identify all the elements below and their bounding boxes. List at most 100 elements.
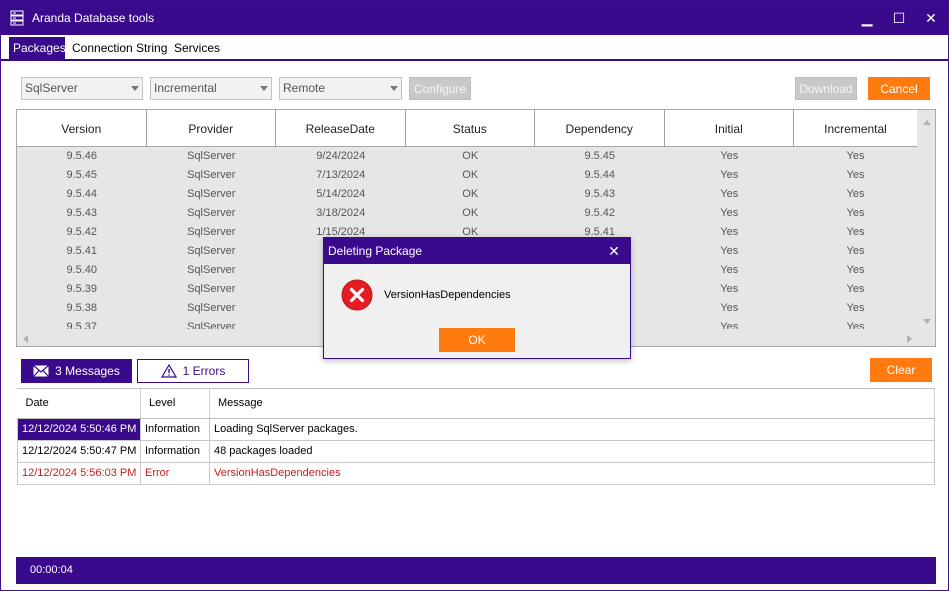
scroll-down-icon[interactable] <box>923 319 931 324</box>
cell-initial: Yes <box>720 150 739 162</box>
message-date: 12/12/2024 5:56:03 PM <box>17 461 141 485</box>
cell-initial: Yes <box>720 188 739 200</box>
clear-button[interactable]: Clear <box>870 358 932 382</box>
provider-select[interactable]: SqlServer <box>21 77 143 100</box>
messages-table: Date Level Message 12/12/2024 5:50:46 PM… <box>17 389 935 485</box>
cell-initial: Yes <box>720 321 739 329</box>
cell-version: 9.5.40 <box>66 264 98 276</box>
tab-errors[interactable]: 1 Errors <box>137 359 249 383</box>
cell-release-date: 5/14/2024 <box>316 188 366 200</box>
cell-version: 9.5.46 <box>66 150 98 162</box>
table-row[interactable]: 12/12/2024 5:50:47 PM Information 48 pac… <box>17 439 935 463</box>
configure-button[interactable]: Configure <box>409 77 471 100</box>
cell-initial: Yes <box>720 169 739 181</box>
cell-status: OK <box>462 207 479 219</box>
menu-bar: Packages Connection String Services <box>1 35 948 61</box>
column-header-message[interactable]: Message <box>209 389 935 419</box>
tab-messages-label: 3 Messages <box>55 364 120 378</box>
table-row[interactable]: 12/12/2024 5:50:46 PM Information Loadin… <box>17 417 935 441</box>
column-header-level[interactable]: Level <box>140 389 210 419</box>
cell-version: 9.5.45 <box>66 169 98 181</box>
ok-button[interactable]: OK <box>439 328 515 352</box>
cell-incremental: Yes <box>846 169 865 181</box>
cell-provider: SqlServer <box>187 207 236 219</box>
cell-version: 9.5.38 <box>66 302 98 314</box>
download-button[interactable]: Download <box>795 77 857 100</box>
source-select[interactable]: Remote <box>279 77 402 100</box>
mode-select[interactable]: Incremental <box>150 77 272 100</box>
menu-packages[interactable]: Packages <box>9 37 66 59</box>
messages-log[interactable]: Date Level Message 12/12/2024 5:50:46 PM… <box>17 388 935 556</box>
window-title: Aranda Database tools <box>32 11 155 25</box>
vertical-scrollbar[interactable] <box>918 110 935 332</box>
dialog-close-button[interactable]: ✕ <box>606 243 622 259</box>
scroll-left-icon[interactable] <box>23 335 28 343</box>
close-button[interactable]: ✕ <box>920 7 942 29</box>
cell-provider: SqlServer <box>187 226 236 238</box>
tab-errors-label: 1 Errors <box>182 364 226 378</box>
table-row[interactable]: 9.5.45 SqlServer 7/13/2024 OK 9.5.44 Yes Yes <box>17 166 917 185</box>
cell-dependency: 9.5.44 <box>584 169 616 181</box>
cell-incremental: Yes <box>846 207 865 219</box>
cell-incremental: Yes <box>846 245 865 257</box>
message-text: 48 packages loaded <box>209 439 935 463</box>
warning-icon <box>160 364 177 378</box>
elapsed-time: 00:00:04 <box>30 564 73 576</box>
provider-select-value: SqlServer <box>25 81 78 95</box>
column-header-dependency[interactable]: Dependency <box>535 110 665 147</box>
maximize-button[interactable]: ☐ <box>888 7 910 29</box>
cell-incremental: Yes <box>846 150 865 162</box>
close-icon: ✕ <box>608 243 620 259</box>
cell-version: 9.5.42 <box>66 226 98 238</box>
cell-status: OK <box>462 150 479 162</box>
cell-incremental: Yes <box>846 283 865 295</box>
cell-provider: SqlServer <box>187 321 236 329</box>
cell-version: 9.5.44 <box>66 188 98 200</box>
column-header-provider[interactable]: Provider <box>147 110 276 147</box>
message-level: Information <box>140 439 210 463</box>
cancel-button[interactable]: Cancel <box>868 77 930 100</box>
menu-services[interactable]: Services <box>170 37 224 59</box>
cell-release-date: 7/13/2024 <box>316 169 366 181</box>
message-text: Loading SqlServer packages. <box>209 417 935 441</box>
column-header-date[interactable]: Date <box>17 389 141 419</box>
cell-provider: SqlServer <box>187 169 236 181</box>
cell-dependency: 9.5.42 <box>584 207 616 219</box>
column-header-release-date[interactable]: ReleaseDate <box>276 110 406 147</box>
dialog-title-bar[interactable]: Deleting Package <box>324 238 630 264</box>
table-row[interactable]: 9.5.43 SqlServer 3/18/2024 OK 9.5.42 Yes Yes <box>17 204 917 223</box>
message-text: VersionHasDependencies <box>209 461 935 485</box>
cell-provider: SqlServer <box>187 302 236 314</box>
column-header-status[interactable]: Status <box>406 110 535 147</box>
table-row[interactable]: 12/12/2024 5:56:03 PM Error VersionHasDe… <box>17 461 935 485</box>
cell-initial: Yes <box>720 283 739 295</box>
column-header-version[interactable]: Version <box>17 110 147 147</box>
column-header-incremental[interactable]: Incremental <box>794 110 917 147</box>
table-row[interactable]: 9.5.44 SqlServer 5/14/2024 OK 9.5.43 Yes Yes <box>17 185 917 204</box>
message-level: Error <box>140 461 210 485</box>
mode-select-value: Incremental <box>154 81 217 95</box>
chevron-down-icon <box>260 86 268 91</box>
cell-incremental: Yes <box>846 226 865 238</box>
menu-connection-string[interactable]: Connection String <box>68 37 171 59</box>
cell-provider: SqlServer <box>187 264 236 276</box>
chevron-down-icon <box>131 86 139 91</box>
app-window: Aranda Database tools ▁ ☐ ✕ Packages Con… <box>0 0 949 591</box>
cell-dependency: 9.5.45 <box>584 150 616 162</box>
source-select-value: Remote <box>283 81 326 95</box>
message-level: Information <box>140 417 210 441</box>
minimize-button[interactable]: ▁ <box>856 7 878 29</box>
cell-version: 9.5.39 <box>66 283 98 295</box>
cell-provider: SqlServer <box>187 188 236 200</box>
tab-messages[interactable]: 3 Messages <box>21 359 132 383</box>
scroll-right-icon[interactable] <box>907 335 912 343</box>
scroll-up-icon[interactable] <box>923 120 931 125</box>
grid-header: Version Provider ReleaseDate Status Depe… <box>17 110 917 147</box>
column-header-initial[interactable]: Initial <box>665 110 794 147</box>
status-bar: 00:00:04 <box>16 557 936 584</box>
table-row[interactable]: 9.5.46 SqlServer 9/24/2024 OK 9.5.45 Yes Yes <box>17 147 917 166</box>
cell-initial: Yes <box>720 226 739 238</box>
chevron-down-icon <box>390 86 398 91</box>
cell-version: 9.5.37 <box>66 321 98 329</box>
title-bar[interactable]: Aranda Database tools ▁ ☐ ✕ <box>1 1 948 35</box>
